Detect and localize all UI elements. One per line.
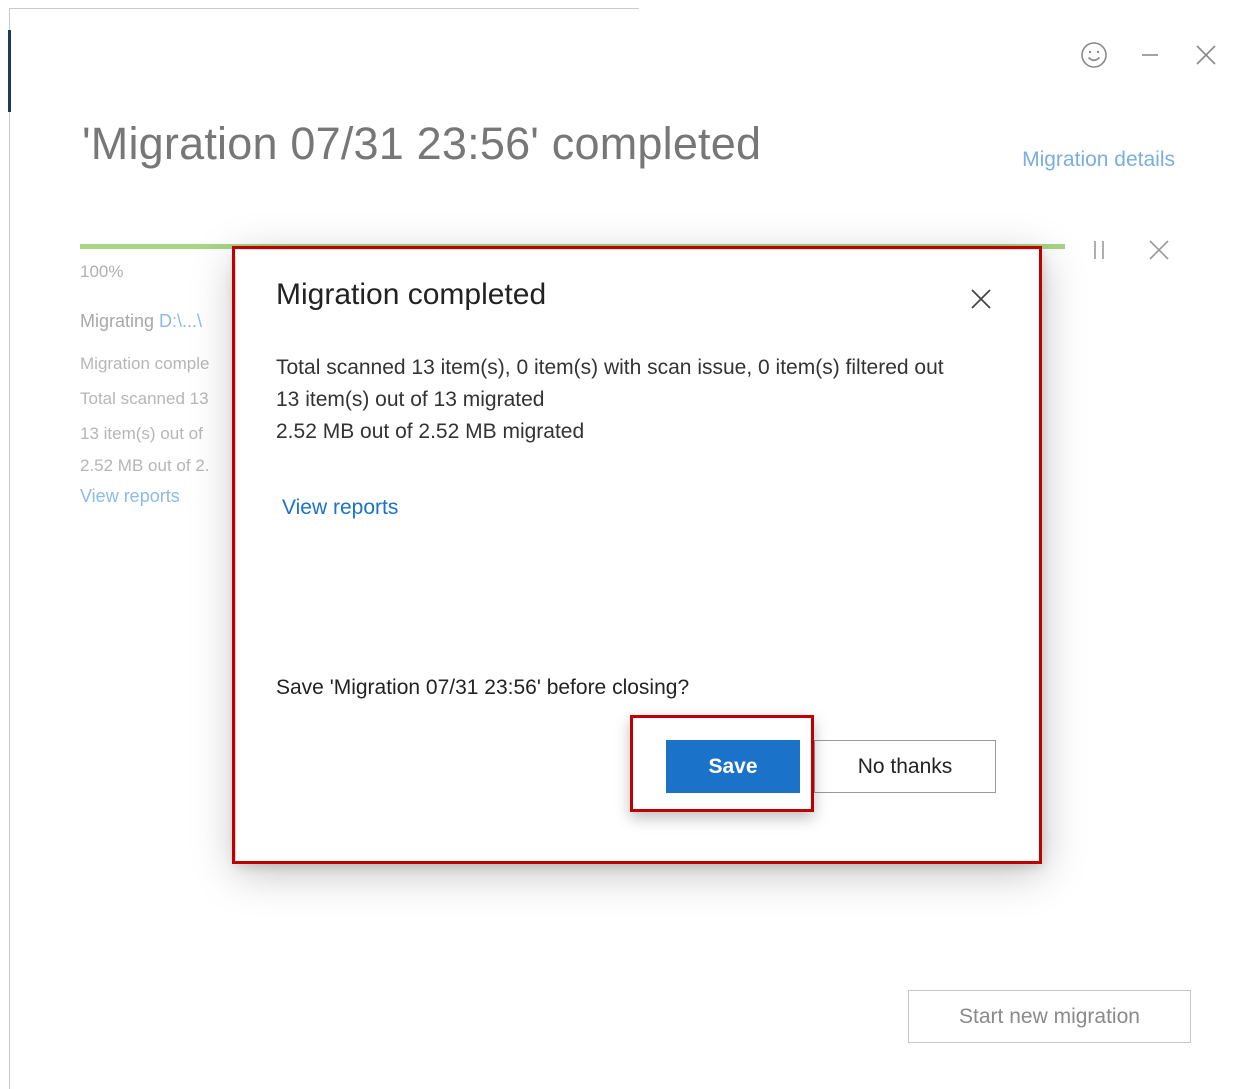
items-line: 13 item(s) out of: [80, 424, 203, 443]
migrating-line: Migrating D:\...\: [80, 306, 250, 346]
view-reports-link[interactable]: View reports: [282, 496, 398, 520]
progress-percent: 100%: [80, 262, 124, 281]
minimize-icon[interactable]: [1135, 40, 1165, 70]
pause-icon[interactable]: [1083, 234, 1115, 266]
migration-completed-dialog: Migration completed Total scanned 13 ite…: [236, 250, 1042, 864]
save-button[interactable]: Save: [666, 740, 800, 793]
progress-bar: [80, 244, 1065, 249]
migrating-path-link[interactable]: D:\...\: [159, 311, 202, 331]
dialog-scan-summary: Total scanned 13 item(s), 0 item(s) with…: [276, 356, 944, 379]
dialog-close-icon[interactable]: [966, 284, 996, 314]
migration-run-controls: [1083, 234, 1175, 266]
close-icon[interactable]: [1191, 40, 1221, 70]
dialog-size-summary: 2.52 MB out of 2.52 MB migrated: [276, 420, 585, 443]
dialog-body: Total scanned 13 item(s), 0 item(s) with…: [276, 352, 996, 448]
cancel-icon[interactable]: [1143, 234, 1175, 266]
start-new-migration-button[interactable]: Start new migration: [908, 990, 1191, 1043]
status-line: Migration comple: [80, 354, 210, 373]
smiley-icon[interactable]: [1079, 40, 1109, 70]
scanned-line: Total scanned 13: [80, 389, 209, 408]
no-thanks-button[interactable]: No thanks: [814, 740, 996, 793]
view-reports-link-bg[interactable]: View reports: [80, 481, 250, 511]
migrating-label: Migrating: [80, 311, 155, 331]
migration-summary: Migrating D:\...\ Migration comple Total…: [80, 306, 250, 511]
page-title: 'Migration 07/31 23:56' completed: [82, 118, 762, 169]
dialog-title: Migration completed: [276, 278, 547, 311]
dialog-items-summary: 13 item(s) out of 13 migrated: [276, 388, 545, 411]
save-question: Save 'Migration 07/31 23:56' before clos…: [276, 676, 690, 699]
migration-details-link[interactable]: Migration details: [1022, 148, 1175, 172]
size-line: 2.52 MB out of 2.: [80, 456, 210, 475]
title-bar-controls: [1079, 40, 1221, 70]
progress-bar-fill: [80, 244, 1065, 249]
